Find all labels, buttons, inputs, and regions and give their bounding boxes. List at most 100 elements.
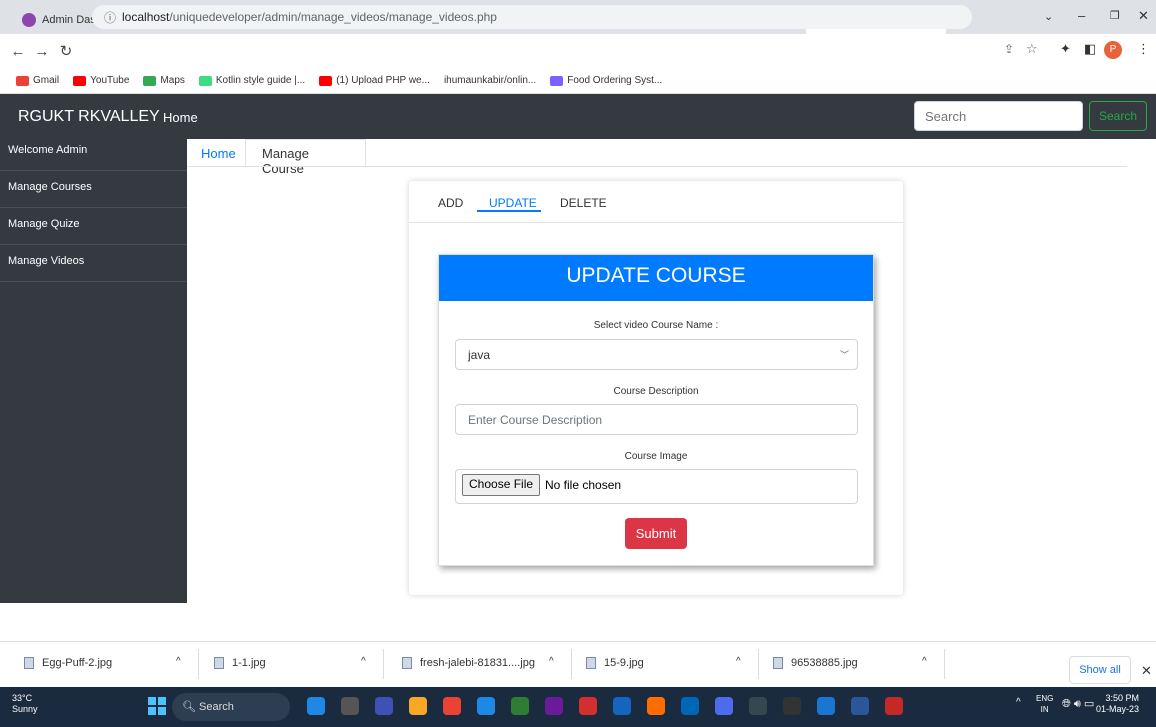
language-indicator[interactable]: ENG IN <box>1036 693 1053 715</box>
taskbar-app-icon[interactable] <box>341 697 359 715</box>
tab-add[interactable]: ADD <box>438 196 463 210</box>
forward-icon[interactable]: → <box>30 43 54 60</box>
taskbar-app-icon[interactable] <box>477 697 495 715</box>
taskbar-app-icon[interactable] <box>511 697 529 715</box>
tab-update[interactable]: UPDATE <box>489 196 537 210</box>
course-image-file-input[interactable]: Choose File No file chosen <box>455 469 858 504</box>
windows-start-icon[interactable] <box>148 697 166 715</box>
bookmark-icon <box>16 75 29 86</box>
taskbar-search[interactable]: 🔍︎ Search <box>172 693 290 721</box>
taskbar-search-label: Search <box>199 701 234 713</box>
download-separator <box>198 649 199 679</box>
close-window-icon[interactable]: ✕ <box>1138 8 1149 24</box>
bookmark-icon <box>198 75 212 86</box>
sidebar-item[interactable]: Manage Courses <box>0 171 187 208</box>
network-volume-battery-icon[interactable]: 🌐︎ 🔊︎ ▭ <box>1062 697 1094 711</box>
choose-file-button[interactable]: Choose File <box>462 474 541 496</box>
taskbar-app-icon[interactable] <box>749 697 767 715</box>
taskbar-clock[interactable]: 3:50 PM 01-May-23 <box>1096 693 1139 715</box>
search-input[interactable] <box>914 101 1083 131</box>
bookmark-label: Kotlin style guide |... <box>215 75 306 86</box>
share-icon[interactable]: ⇪ <box>1004 42 1014 56</box>
taskbar-app-icon[interactable] <box>715 697 733 715</box>
submit-button[interactable]: Submit <box>625 518 687 549</box>
navbar-home-link[interactable]: Home <box>163 110 198 125</box>
bookmark-label: Food Ordering Syst... <box>567 75 663 86</box>
taskbar-app-icon[interactable] <box>885 697 903 715</box>
course-description-label: Course Description <box>613 386 699 397</box>
sidebar-item[interactable]: Welcome Admin <box>0 134 187 171</box>
download-options-icon[interactable]: ^ <box>922 656 927 667</box>
download-options-icon[interactable]: ^ <box>549 656 554 667</box>
taskbar-app-icon[interactable] <box>307 697 325 715</box>
download-item[interactable]: 1-1.jpg <box>214 657 266 669</box>
sidebar-item[interactable]: Manage Quize <box>0 208 187 245</box>
bookmark-label: Gmail <box>33 75 60 86</box>
profile-avatar[interactable]: P <box>1104 41 1122 59</box>
bookmark-star-icon[interactable]: ☆ <box>1026 41 1038 57</box>
form-title: UPDATE COURSE <box>439 255 873 301</box>
navbar-brand[interactable]: RGUKT RKVALLEY <box>18 108 160 126</box>
course-description-input[interactable]: Enter Course Description <box>455 404 858 435</box>
tab-favicon-icon <box>22 13 36 27</box>
bookmark-icon <box>550 75 564 86</box>
bookmark-item[interactable]: (1) Upload PHP we... <box>319 75 430 86</box>
info-icon[interactable]: ⓘ <box>104 9 116 26</box>
course-select[interactable]: java ﹀ <box>455 339 858 370</box>
extensions-icon[interactable]: ✦ <box>1060 41 1071 57</box>
bookmark-label: (1) Upload PHP we... <box>336 75 430 86</box>
weather-widget[interactable]: 33°C Sunny <box>12 693 38 715</box>
download-filename: Egg-Puff-2.jpg <box>42 657 113 669</box>
download-filename: 1-1.jpg <box>232 657 266 669</box>
taskbar-app-icon[interactable] <box>817 697 835 715</box>
bookmark-item[interactable]: YouTube <box>73 75 129 86</box>
bookmark-item[interactable]: Food Ordering Syst... <box>550 75 662 86</box>
taskbar-app-icon[interactable] <box>647 697 665 715</box>
taskbar-app-icon[interactable] <box>409 697 427 715</box>
bookmark-item[interactable]: Gmail <box>16 75 59 86</box>
taskbar-app-icon[interactable] <box>851 697 869 715</box>
breadcrumb-manage-course[interactable]: Manage Course <box>245 139 366 176</box>
taskbar-app-icon[interactable] <box>579 697 597 715</box>
breadcrumb-home[interactable]: Home <box>187 139 245 167</box>
bookmarks-bar: Gmail YouTube Maps Kotlin style guide |... (… <box>0 68 1156 94</box>
bookmark-item[interactable]: ihumaunkabir/onlin... <box>444 75 536 86</box>
download-options-icon[interactable]: ^ <box>361 656 366 667</box>
reload-icon[interactable]: ↻ <box>54 42 78 60</box>
browser-menu-icon[interactable]: ⋮ <box>1137 41 1150 57</box>
sidebar-item[interactable]: Manage Videos <box>0 245 187 282</box>
side-panel-icon[interactable]: ◧ <box>1084 41 1096 57</box>
download-options-icon[interactable]: ^ <box>736 656 741 667</box>
download-item[interactable]: 15-9.jpg <box>586 657 644 669</box>
taskbar-app-icon[interactable] <box>613 697 631 715</box>
maximize-icon[interactable]: ❐ <box>1110 9 1120 22</box>
url-field[interactable]: ⓘ localhost/uniquedeveloper/admin/manage… <box>92 5 972 29</box>
tab-search-icon[interactable]: ⌄ <box>1044 10 1053 23</box>
breadcrumb-divider <box>187 166 1127 167</box>
search-button[interactable]: Search <box>1089 101 1147 131</box>
select-course-label: Select video Course Name : <box>593 320 719 331</box>
file-icon <box>402 657 412 669</box>
active-tab-underline <box>477 210 541 212</box>
bookmark-item[interactable]: Kotlin style guide |... <box>198 75 306 86</box>
download-item[interactable]: Egg-Puff-2.jpg <box>24 657 112 669</box>
download-separator <box>383 649 384 679</box>
download-item[interactable]: fresh-jalebi-81831....jpg <box>402 657 535 669</box>
taskbar-app-icon[interactable] <box>375 697 393 715</box>
tab-delete[interactable]: DELETE <box>560 196 607 210</box>
minimize-icon[interactable]: – <box>1078 8 1085 23</box>
download-options-icon[interactable]: ^ <box>176 656 181 667</box>
download-filename: 96538885.jpg <box>791 657 858 669</box>
taskbar-app-icon[interactable] <box>545 697 563 715</box>
download-item[interactable]: 96538885.jpg <box>773 657 858 669</box>
tray-chevron-icon[interactable]: ^ <box>1016 697 1021 708</box>
taskbar-app-icon[interactable] <box>783 697 801 715</box>
taskbar-app-icon[interactable] <box>443 697 461 715</box>
taskbar-app-icon[interactable] <box>681 697 699 715</box>
back-icon[interactable]: ← <box>6 43 30 60</box>
downloads-bar <box>0 641 1156 687</box>
bookmark-item[interactable]: Maps <box>143 75 185 86</box>
bookmark-label: ihumaunkabir/onlin... <box>443 75 537 86</box>
show-all-button[interactable]: Show all <box>1069 656 1131 684</box>
close-downloads-icon[interactable]: ✕ <box>1141 663 1152 679</box>
